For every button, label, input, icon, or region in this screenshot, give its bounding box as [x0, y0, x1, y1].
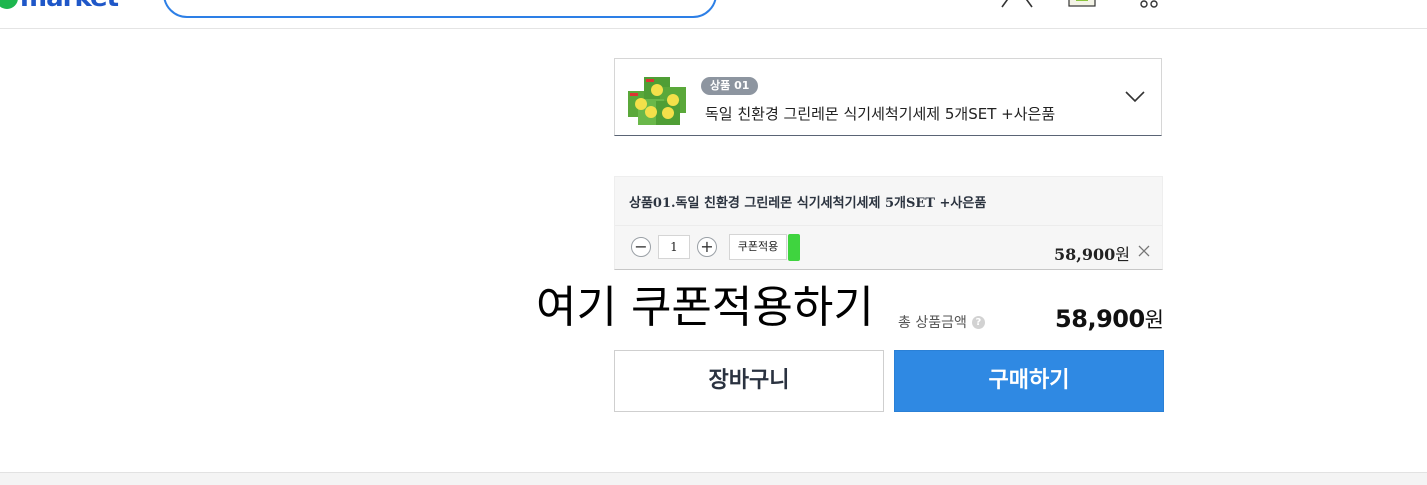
- total-price-currency: 원: [1144, 308, 1164, 332]
- buy-now-button[interactable]: 구매하기: [894, 350, 1164, 412]
- item-price: 58,900원: [1054, 241, 1130, 265]
- quantity-increase-button[interactable]: +: [697, 237, 717, 257]
- user-icon[interactable]: [1000, 0, 1034, 8]
- coupon-highlight-marker: [788, 234, 800, 261]
- chevron-down-icon[interactable]: [1125, 91, 1145, 103]
- item-price-value: 58,900: [1054, 245, 1116, 264]
- selected-item-panel: 상품01.독일 친환경 그린레몬 식기세척기세제 5개SET +사은품 − 1 …: [614, 176, 1163, 270]
- option-select-dropdown[interactable]: 상품 01 독일 친환경 그린레몬 식기세척기세제 5개SET +사은품: [614, 58, 1162, 136]
- logo-mark: [0, 0, 18, 9]
- close-icon[interactable]: [1138, 245, 1150, 257]
- annotation-text: 여기 쿠폰적용하기: [536, 282, 874, 333]
- total-label-text: 총 상품금액: [898, 315, 967, 331]
- logo-text: market: [20, 0, 119, 11]
- total-price-value: 58,900: [1055, 305, 1145, 333]
- bottom-section-divider: [0, 472, 1427, 485]
- selected-item-title: 상품01.독일 친환경 그린레몬 식기세척기세제 5개SET +사은품: [629, 196, 987, 211]
- item-price-currency: 원: [1115, 245, 1130, 264]
- total-label: 총 상품금액 ?: [898, 312, 985, 332]
- apply-coupon-button[interactable]: 쿠폰적용: [729, 234, 787, 260]
- product-thumbnail: [628, 77, 686, 125]
- total-price: 58,900원: [1055, 304, 1164, 334]
- option-number-badge: 상품 01: [701, 77, 759, 95]
- quantity-decrease-button[interactable]: −: [631, 237, 651, 257]
- cart-icon[interactable]: [1068, 0, 1098, 8]
- add-to-cart-button[interactable]: 장바구니: [614, 350, 884, 412]
- recent-view-icon[interactable]: [1136, 0, 1162, 8]
- gmarket-logo[interactable]: market: [0, 0, 119, 11]
- search-input[interactable]: [163, 0, 717, 18]
- divider: [615, 225, 1162, 226]
- option-product-name: 독일 친환경 그린레몬 식기세척기세제 5개SET +사은품: [705, 105, 1056, 123]
- search-icon[interactable]: [683, 0, 697, 4]
- quantity-input[interactable]: 1: [658, 235, 690, 259]
- help-icon[interactable]: ?: [971, 315, 985, 329]
- site-header: market: [0, 0, 1427, 29]
